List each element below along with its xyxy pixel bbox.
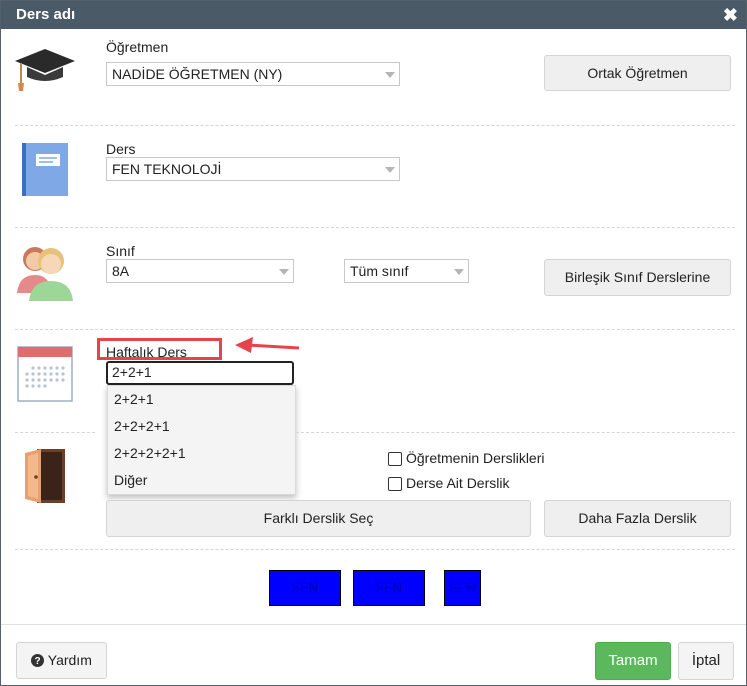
dropdown-option[interactable]: 2+2+2+2+1: [108, 440, 295, 467]
combined-class-button[interactable]: Birleşik Sınıf Derslerine: [544, 259, 731, 296]
question-circle-icon: ?: [31, 654, 45, 667]
divider: [15, 227, 735, 228]
footer-divider: [1, 624, 746, 625]
chevron-down-icon: [279, 269, 289, 275]
divider: [15, 125, 735, 126]
help-button[interactable]: ? Yardım: [16, 642, 107, 679]
students-icon: [17, 247, 73, 301]
dropdown-option[interactable]: Diğer: [108, 467, 295, 494]
class-select[interactable]: 8A: [106, 259, 294, 283]
lesson-select[interactable]: FEN TEKNOLOJİ: [106, 157, 400, 181]
weekly-lessons-input[interactable]: 2+2+1: [106, 361, 294, 385]
close-icon[interactable]: ✖: [723, 1, 738, 29]
book-icon: [22, 143, 68, 196]
door-icon: [25, 449, 65, 503]
dialog-title: Ders adı: [16, 6, 76, 23]
teacher-label: Öğretmen: [106, 39, 169, 55]
ok-button[interactable]: Tamam: [595, 642, 671, 680]
svg-text:?: ?: [35, 656, 41, 667]
class-group-select-value: Tüm sınıf: [350, 263, 409, 279]
divider: [296, 432, 735, 433]
lesson-classroom-label: Derse Ait Derslik: [406, 475, 510, 491]
divider: [15, 549, 735, 550]
chevron-down-icon: [385, 72, 395, 78]
class-group-select[interactable]: Tüm sınıf: [344, 259, 469, 283]
graduation-cap-icon: [15, 49, 75, 91]
teacher-select[interactable]: NADİDE ÖĞRETMEN (NY): [106, 62, 400, 86]
help-button-label: Yardım: [47, 652, 92, 668]
teacher-classrooms-checkbox[interactable]: [388, 452, 402, 466]
weekly-lessons-dropdown: 2+2+1 2+2+2+1 2+2+2+2+1 Diğer: [107, 385, 296, 495]
class-select-value: 8A: [112, 263, 130, 279]
divider: [15, 432, 95, 433]
more-classrooms-button[interactable]: Daha Fazla Derslik: [544, 500, 731, 537]
divider: [15, 329, 735, 330]
highlight-box: [97, 338, 222, 360]
dialog: Ders adı ✖ Öğretmen NADİDE ÖĞRETMEN (NY)…: [0, 0, 747, 686]
chevron-down-icon: [454, 269, 464, 275]
teacher-select-value: NADİDE ÖĞRETMEN (NY): [112, 66, 283, 82]
calendar-icon: [17, 346, 73, 402]
lesson-select-value: FEN TEKNOLOJİ: [112, 161, 222, 177]
dialog-titlebar: Ders adı ✖: [1, 1, 746, 29]
lesson-slot[interactable]: FEN: [269, 570, 341, 606]
lesson-slot[interactable]: FEN: [353, 570, 425, 606]
dropdown-option[interactable]: 2+2+2+1: [108, 413, 295, 440]
arrow-left-icon: [235, 337, 300, 353]
shared-teacher-button[interactable]: Ortak Öğretmen: [544, 55, 731, 91]
chevron-down-icon: [385, 167, 395, 173]
teacher-classrooms-label: Öğretmenin Derslikleri: [406, 450, 545, 466]
lesson-classroom-checkbox[interactable]: [388, 477, 402, 491]
class-label: Sınıf: [106, 243, 135, 259]
lesson-slot[interactable]: FEN: [444, 570, 481, 606]
lesson-label: Ders: [106, 141, 136, 157]
cancel-button[interactable]: İptal: [678, 642, 734, 680]
choose-classroom-button[interactable]: Farklı Derslik Seç: [106, 500, 531, 537]
dropdown-option[interactable]: 2+2+1: [108, 386, 295, 413]
